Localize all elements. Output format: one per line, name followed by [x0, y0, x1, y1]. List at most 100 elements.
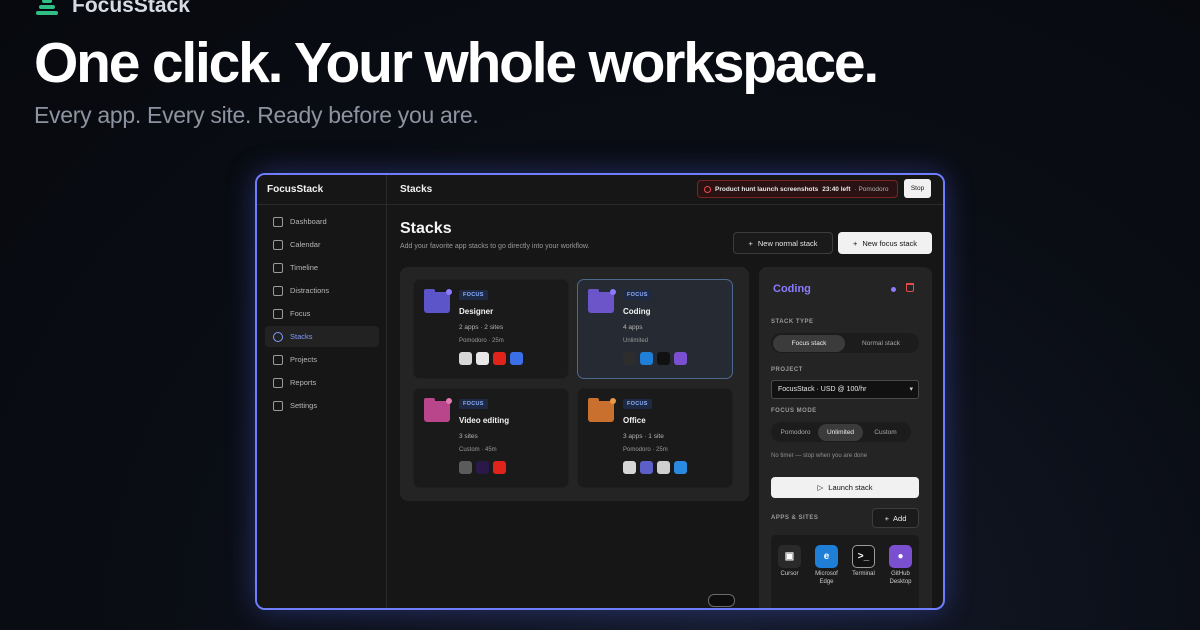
stack-mode: Custom · 45m [459, 447, 497, 453]
cursor-icon [623, 352, 636, 365]
app-name: Terminal [852, 571, 875, 577]
brand: FocusStack [36, 0, 190, 18]
stack-type-option-focus-stack[interactable]: Focus stack [773, 334, 845, 352]
sidebar-item-label: Timeline [290, 263, 319, 272]
new-focus-stack-label: New focus stack [862, 238, 917, 248]
app-tile[interactable]: ● GitHub Desktop [882, 545, 919, 608]
sidebar-item-stacks[interactable]: Stacks [265, 326, 379, 347]
sidebar-item-reports[interactable]: Reports [265, 372, 379, 393]
stack-icon [36, 0, 58, 17]
davinci-icon [459, 461, 472, 474]
stack-mode: Pomodoro · 25m [459, 338, 504, 344]
timer-left: 23:40 left [822, 185, 851, 193]
main-subtitle: Add your favorite app stacks to go direc… [400, 243, 590, 250]
sidebar-item-dashboard[interactable]: Dashboard [265, 211, 379, 232]
app-tile[interactable]: e Microsof Edge [808, 545, 845, 608]
play-icon: ▷ [817, 483, 824, 492]
focus-mode-label: FOCUS MODE [771, 408, 817, 414]
sidebar-item-timeline[interactable]: Timeline [265, 257, 379, 278]
sidebar-item-label: Dashboard [290, 217, 327, 226]
stack-card-designer[interactable]: FOCUS Designer 2 apps · 2 sites Pomodoro · … [413, 279, 569, 379]
sidebar-item-distractions[interactable]: Distractions [265, 280, 379, 301]
focus-mode-note: No timer — stop when you are done [771, 453, 868, 459]
project-label: PROJECT [771, 367, 803, 373]
project-select[interactable]: FocusStack · USD @ 100/hr ▾ [771, 380, 919, 399]
topbar: Stacks Product hunt launch screenshots 2… [387, 175, 943, 205]
stack-badge: FOCUS [623, 290, 652, 300]
stack-meta: 3 apps · 1 site [623, 433, 664, 440]
focus-mode-option-custom[interactable]: Custom [863, 424, 908, 441]
sidebar-item-label: Calendar [290, 240, 321, 249]
github-icon [674, 352, 687, 365]
color-dot-icon[interactable] [891, 287, 896, 292]
add-label: Add [893, 513, 907, 523]
stop-button[interactable]: Stop [904, 179, 931, 198]
sidebar-item-label: Projects [290, 355, 318, 364]
edge-icon [640, 352, 653, 365]
chrome-icon [657, 461, 670, 474]
stack-type-option-normal-stack[interactable]: Normal stack [845, 335, 917, 352]
brand-name: FocusStack [72, 0, 190, 17]
stack-mode: Unlimited [623, 338, 649, 344]
sidebar-item-calendar[interactable]: Calendar [265, 234, 379, 255]
stacks-grid: FOCUS Designer 2 apps · 2 sites Pomodoro · … [400, 267, 749, 501]
timer-mode: · Pomodoro [854, 185, 889, 193]
app-name: GitHub Desktop [889, 571, 912, 585]
stack-type-toggle: Focus stack Normal stack [771, 333, 919, 353]
new-normal-stack-button[interactable]: + New normal stack [733, 232, 833, 254]
folder-icon [588, 289, 616, 313]
stack-card-office[interactable]: FOCUS Office 3 apps · 1 site Pomodoro · 25m [577, 388, 733, 488]
stack-badge: FOCUS [623, 399, 652, 409]
stack-name: Coding [623, 307, 651, 316]
launch-stack-button[interactable]: ▷ Launch stack [771, 477, 919, 498]
apps-list: ▣ Cursor e Microsof Edge >_ Terminal ● GitHub D… [771, 535, 919, 608]
sidebar-item-projects[interactable]: Projects [265, 349, 379, 370]
new-focus-stack-button[interactable]: + New focus stack [838, 232, 932, 254]
sidebar-item-label: Distractions [290, 286, 330, 295]
target-icon [273, 308, 283, 319]
stack-meta: 4 apps [623, 324, 643, 331]
project-value: FocusStack · USD @ 100/hr [778, 386, 867, 393]
stack-card-coding[interactable]: FOCUS Coding 4 apps Unlimited [577, 279, 733, 379]
apps-sites-label: APPS & SITES [771, 515, 819, 521]
sidebar-item-label: Settings [290, 401, 318, 410]
focus-mode-toggle: Pomodoro Unlimited Custom [771, 422, 911, 442]
hero-title: One click. Your whole workspace. [34, 31, 879, 95]
app-tile[interactable]: >_ Terminal [845, 545, 882, 608]
page-title: Stacks [400, 184, 433, 195]
folder-icon [424, 398, 452, 422]
stack-app-icons [459, 461, 506, 474]
adobe-icon [493, 352, 506, 365]
grid-icon [273, 216, 283, 227]
edge-icon: e [815, 545, 838, 568]
github-icon: ● [889, 545, 912, 568]
focus-mode-option-unlimited[interactable]: Unlimited [818, 423, 863, 441]
add-app-button[interactable]: + Add [872, 508, 919, 528]
trash-icon[interactable] [906, 283, 914, 292]
new-normal-stack-label: New normal stack [757, 238, 818, 248]
stack-detail-panel: Coding STACK TYPE Focus stack Normal stac… [759, 267, 932, 608]
notion-icon [476, 352, 489, 365]
sidebar-item-settings[interactable]: Settings [265, 395, 379, 416]
app-window: FocusStack Dashboard Calendar Timeline Dist… [255, 173, 945, 610]
folder-icon [424, 289, 452, 313]
focus-mode-option-pomodoro[interactable]: Pomodoro [773, 424, 818, 441]
stack-card-video-editing[interactable]: FOCUS Video editing 3 sites Custom · 45m [413, 388, 569, 488]
sidebar-item-focus[interactable]: Focus [265, 303, 379, 324]
clock-icon [273, 262, 283, 273]
chevron-down-icon: ▾ [909, 386, 913, 393]
app-tile[interactable]: ▣ Cursor [771, 545, 808, 608]
canva-icon [510, 352, 523, 365]
stack-meta: 3 sites [459, 433, 478, 440]
mail-icon [623, 461, 636, 474]
stack-icon [273, 331, 283, 342]
folder-icon [588, 398, 616, 422]
home-indicator [708, 594, 735, 607]
plus-icon: + [884, 513, 890, 523]
sidebar: FocusStack Dashboard Calendar Timeline Dist… [257, 175, 387, 608]
stack-mode: Pomodoro · 25m [623, 447, 668, 453]
main-title: Stacks [400, 220, 452, 237]
stack-app-icons [459, 352, 523, 365]
active-timer[interactable]: Product hunt launch screenshots 23:40 le… [697, 180, 898, 198]
terminal-icon: >_ [852, 545, 875, 568]
